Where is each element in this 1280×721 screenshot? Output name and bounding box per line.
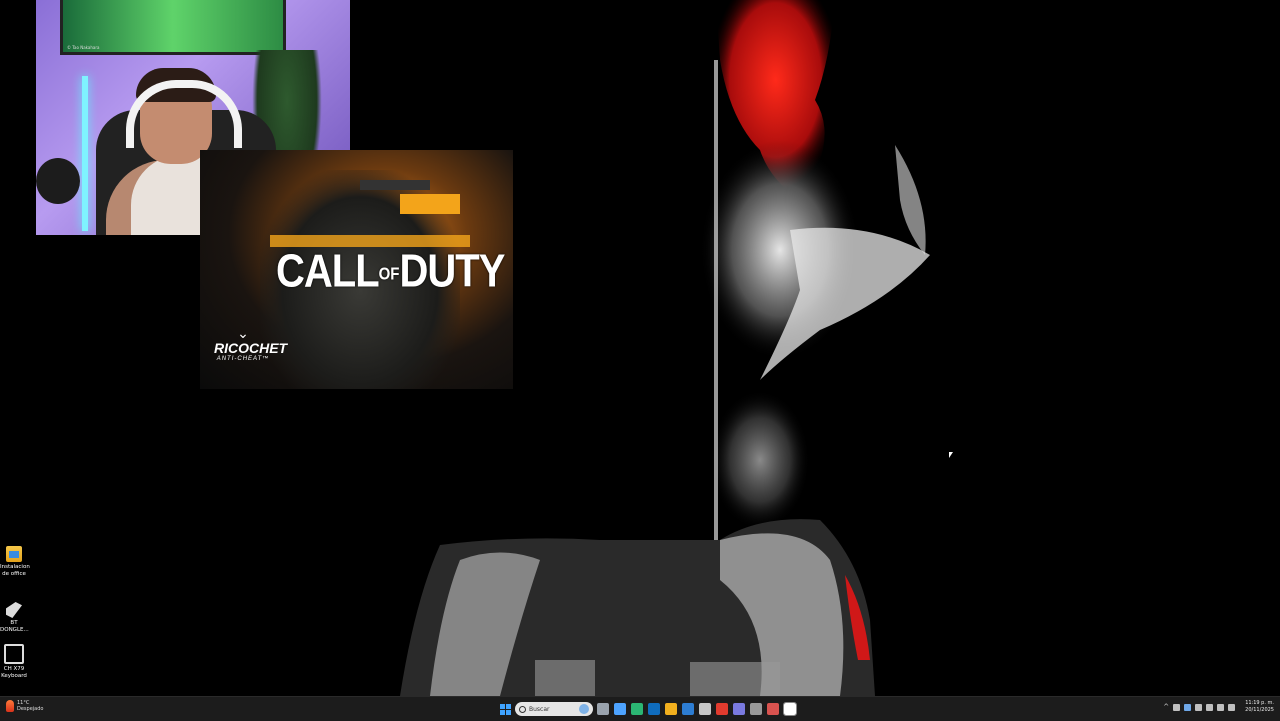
- network-tray-icon[interactable]: [1173, 703, 1181, 711]
- pinned-app-icon[interactable]: [597, 703, 609, 715]
- desktop-icon-keyboard[interactable]: CH X79 Keyboard: [0, 644, 28, 680]
- pinned-app-icon[interactable]: [767, 703, 779, 715]
- game-logo: CALLOFDUTY: [276, 246, 505, 297]
- tv-screen: © Tao Nakahara: [60, 0, 286, 55]
- ricochet-subtitle: ANTI-CHEAT™: [216, 356, 270, 362]
- search-icon: [519, 705, 526, 713]
- pinned-app-icon[interactable]: [614, 703, 626, 715]
- usb-dongle-icon: [6, 602, 22, 618]
- pinned-app-icon[interactable]: [631, 703, 643, 715]
- desktop-icon-label: CH X79 Keyboard: [1, 666, 27, 679]
- taskbar-clock[interactable]: 11:19 p. m. 20/11/2025: [1245, 700, 1274, 714]
- bluetooth-tray-icon[interactable]: [1184, 703, 1192, 711]
- microphone: [36, 158, 80, 204]
- pinned-app-icon[interactable]: [750, 703, 762, 715]
- clock-date: 20/11/2025: [1245, 707, 1274, 713]
- pinned-app-icon[interactable]: [665, 703, 677, 715]
- taskbar-apps: Buscar: [500, 700, 797, 718]
- taskbar-search[interactable]: Buscar: [515, 702, 593, 716]
- neon-light: [82, 76, 88, 231]
- tv-caption: © Tao Nakahara: [67, 45, 100, 50]
- weather-condition: Despejado: [17, 706, 44, 712]
- weather-widget[interactable]: 11°C Despejado: [6, 700, 43, 712]
- system-tray: ^ 11:19 p. m. 20/11/2025: [1163, 700, 1274, 714]
- desktop-icon-office-install[interactable]: Instalacion de office: [0, 546, 30, 578]
- pinned-app-icon[interactable]: [733, 703, 745, 715]
- mouse-cursor: [949, 452, 953, 458]
- clock-time: 11:19 p. m.: [1245, 700, 1274, 706]
- wifi-icon[interactable]: [1206, 703, 1214, 711]
- start-button[interactable]: [500, 703, 511, 715]
- glitch-bar: [400, 194, 460, 214]
- pinned-app-icon[interactable]: [699, 703, 711, 715]
- battery-icon[interactable]: [1228, 703, 1236, 711]
- pinned-app-icon[interactable]: [783, 702, 797, 716]
- ricochet-chevron-icon: ⌄: [237, 326, 249, 342]
- desktop-icon-label: Instalacion de office: [0, 564, 30, 577]
- volume-icon[interactable]: [1217, 703, 1225, 711]
- folder-icon: [6, 546, 22, 562]
- display-tray-icon[interactable]: [1195, 703, 1203, 711]
- glitch-bar: [360, 180, 430, 190]
- search-placeholder: Buscar: [529, 705, 550, 713]
- ricochet-logo: ⌄ RICOCHET ANTI-CHEAT™: [214, 326, 288, 362]
- pinned-app-icon[interactable]: [716, 703, 728, 715]
- weather-icon: [6, 700, 14, 712]
- desktop-icon-label: BT DONGLE...: [0, 620, 29, 633]
- call-of-duty-splash: CALLOFDUTY ⌄ RICOCHET ANTI-CHEAT™: [200, 150, 513, 389]
- search-highlight-icon: [579, 704, 589, 714]
- show-hidden-icons-button[interactable]: ^: [1163, 703, 1169, 711]
- desktop-icon-bt-dongle[interactable]: BT DONGLE...: [0, 602, 29, 634]
- keyboard-icon: [4, 644, 24, 664]
- ricochet-name: RICOCHET: [214, 340, 288, 356]
- pinned-app-icon[interactable]: [648, 703, 660, 715]
- pinned-app-icon[interactable]: [682, 703, 694, 715]
- pinned-apps: [597, 702, 797, 716]
- taskbar: 11°C Despejado Buscar ^ 11:19 p. m. 20/1…: [0, 696, 1280, 721]
